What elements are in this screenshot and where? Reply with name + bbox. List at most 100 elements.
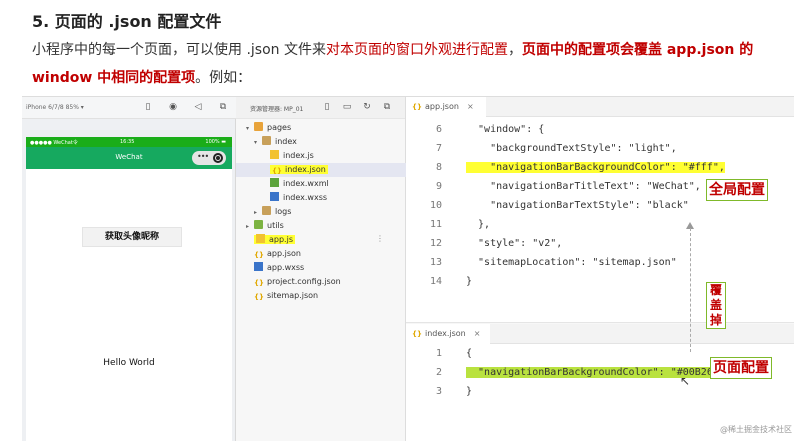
tree-item-app-wxss[interactable]: app.wxss xyxy=(236,261,406,275)
phone-screen: ●●●●● WeChat令 16:35 100% ▬ WeChat ••• 获取… xyxy=(26,137,232,441)
devtools-screenshot: iPhone 6/7/8 85% ▾ ▯ ◉ ◁ ⧉ ●●●●● WeChat令… xyxy=(22,96,794,441)
section-heading: 5. 页面的 .json 配置文件 xyxy=(32,12,222,31)
chevron-down-icon[interactable]: ▾ xyxy=(246,122,254,136)
tree-item-index-folder[interactable]: ▾ index xyxy=(236,135,406,149)
device-select[interactable]: iPhone 6/7/8 85% ▾ xyxy=(26,104,84,111)
page-config-label: 页面配置 xyxy=(710,357,772,379)
json-file-icon: {} xyxy=(412,103,422,111)
code-line: "window": { xyxy=(466,124,545,135)
tab-label: app.json xyxy=(424,102,459,111)
tree-label: project.config.json xyxy=(267,277,341,286)
menu-capsule[interactable]: ••• xyxy=(192,151,226,165)
line-number: 2 xyxy=(435,367,442,378)
tree-item-project-config[interactable]: {} project.config.json xyxy=(236,275,406,289)
tree-item-utils[interactable]: ▸ utils xyxy=(236,219,406,233)
global-config-label: 全局配置 xyxy=(706,179,768,201)
tree-item-sitemap[interactable]: {} sitemap.json xyxy=(236,289,406,303)
tree-label: index xyxy=(275,137,297,146)
line-number: 9 xyxy=(435,181,442,192)
tree-label: app.json xyxy=(267,249,301,258)
line-number: 6 xyxy=(435,124,442,135)
top-tabbar: {} app.json × xyxy=(406,97,794,117)
para-emphasis: 对本页面的窗口外观进行配置 xyxy=(325,42,508,58)
close-icon[interactable]: × xyxy=(467,102,474,111)
tree-item-pages[interactable]: ▾ pages xyxy=(236,121,406,135)
chevron-down-icon[interactable]: ▾ xyxy=(254,136,262,150)
line-number: 8 xyxy=(435,162,442,173)
tree-item-index-json[interactable]: {} index.json xyxy=(236,163,406,177)
close-icon[interactable]: × xyxy=(474,329,481,338)
tree-label: index.wxml xyxy=(283,179,329,188)
js-file-icon xyxy=(270,150,279,159)
tree-item-logs[interactable]: ▸ logs xyxy=(236,205,406,219)
line-number: 3 xyxy=(435,386,442,397)
tree-label: pages xyxy=(267,123,292,132)
tab-app-json[interactable]: {} app.json × xyxy=(406,97,486,117)
wxss-file-icon xyxy=(254,262,263,271)
json-file-icon: {} xyxy=(412,330,422,338)
collapse-icon[interactable]: ⧉ xyxy=(382,102,392,112)
tree-label: index.wxss xyxy=(283,193,328,202)
js-file-icon xyxy=(256,234,265,243)
code-editor: {} app.json × 6 "window": { 7 "backgroundT… xyxy=(406,97,794,441)
get-avatar-button[interactable]: 获取头像昵称 xyxy=(82,227,182,247)
more-icon[interactable]: ••• xyxy=(197,152,209,161)
folder-icon xyxy=(254,220,263,229)
code-line: "style": "v2", xyxy=(466,238,563,249)
override-label: 覆盖掉 xyxy=(706,282,726,329)
code-line: { xyxy=(466,348,473,359)
json-file-icon: {} xyxy=(254,251,264,259)
line-number: 13 xyxy=(429,257,442,268)
tree-item-index-wxss[interactable]: index.wxss xyxy=(236,191,406,205)
simulator-toolbar: iPhone 6/7/8 85% ▾ ▯ ◉ ◁ ⧉ xyxy=(22,97,236,119)
code-line-highlighted: "navigationBarBackgroundColor": "#fff", xyxy=(466,162,725,173)
explorer-toolbar: 资源管理器: MP_01 ▯ ▭ ↻ ⧉ xyxy=(236,97,405,119)
chevron-right-icon[interactable]: ▸ xyxy=(254,206,262,220)
tree-item-index-js[interactable]: index.js xyxy=(236,149,406,163)
json-file-icon: {} xyxy=(254,293,264,301)
chevron-right-icon[interactable]: ▸ xyxy=(246,220,254,234)
code-line: }, xyxy=(466,219,491,230)
tree-label: index.json xyxy=(285,165,326,174)
record-icon[interactable]: ◉ xyxy=(168,102,178,112)
tree-item-index-wxml[interactable]: index.wxml xyxy=(236,177,406,191)
window-icon[interactable]: ⧉ xyxy=(218,102,228,112)
wxml-file-icon xyxy=(270,178,279,187)
line-number: 10 xyxy=(429,200,442,211)
line-number: 14 xyxy=(429,276,442,287)
highlight-mark: "navigationBarBackgroundColor": "#fff", xyxy=(466,162,725,173)
close-mini-program-icon[interactable] xyxy=(213,153,223,163)
code-line: } xyxy=(466,276,473,287)
hello-text: Hello World xyxy=(103,358,155,368)
code-line: } xyxy=(466,386,473,397)
new-file-icon[interactable]: ▯ xyxy=(322,102,332,112)
refresh-icon[interactable]: ↻ xyxy=(362,102,372,112)
para-comma: ， xyxy=(507,42,522,58)
folder-icon xyxy=(262,136,271,145)
highlight-mark: {} index.json xyxy=(270,165,328,175)
watermark: @稀土掘金技术社区 xyxy=(720,425,792,434)
volume-icon[interactable]: ◁ xyxy=(193,102,203,112)
folder-icon xyxy=(254,122,263,131)
line-number: 7 xyxy=(435,143,442,154)
tab-index-json[interactable]: {} index.json × xyxy=(406,324,490,344)
wxss-file-icon xyxy=(270,192,279,201)
tree-item-app-json[interactable]: {} app.json xyxy=(236,247,406,261)
json-file-icon: {} xyxy=(254,279,264,287)
code-line: "navigationBarTextStyle": "black" xyxy=(466,200,689,211)
simulator-panel: iPhone 6/7/8 85% ▾ ▯ ◉ ◁ ⧉ ●●●●● WeChat令… xyxy=(22,97,236,441)
phone-icon[interactable]: ▯ xyxy=(143,102,153,112)
folder-icon xyxy=(262,206,271,215)
code-line: "backgroundTextStyle": "light", xyxy=(466,143,677,154)
tree-label: sitemap.json xyxy=(267,291,319,300)
tree-label: app.js xyxy=(269,235,293,244)
status-bar: ●●●●● WeChat令 16:35 100% ▬ xyxy=(26,137,232,147)
json-file-icon: {} xyxy=(272,167,282,175)
battery-status: 100% ▬ xyxy=(205,139,226,145)
line-number: 11 xyxy=(429,219,442,230)
explorer-title: 资源管理器: MP_01 xyxy=(250,106,304,113)
line-number: 1 xyxy=(435,348,442,359)
more-actions-icon[interactable]: ⋮ xyxy=(376,234,384,243)
new-folder-icon[interactable]: ▭ xyxy=(342,102,352,112)
line-number: 12 xyxy=(429,238,442,249)
